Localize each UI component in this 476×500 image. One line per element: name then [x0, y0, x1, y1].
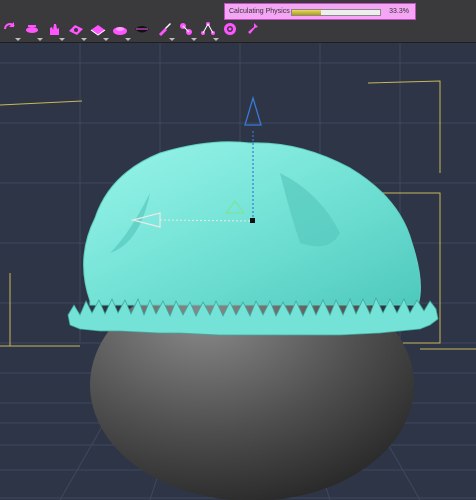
progress-bar	[291, 9, 381, 16]
geometry-editor-tool[interactable]	[90, 23, 109, 41]
translate-tool[interactable]	[24, 23, 43, 41]
progress-panel: Calculating Physics 33.3%	[224, 3, 416, 20]
target-tool[interactable]	[222, 21, 238, 42]
tool-row	[0, 21, 258, 41]
gizmo-center[interactable]	[250, 218, 255, 223]
3d-viewport[interactable]	[0, 43, 476, 500]
joint-editor-tool[interactable]	[68, 23, 87, 41]
progress-fill	[292, 10, 322, 15]
target-icon	[222, 21, 238, 42]
hierarchy-tool[interactable]	[200, 21, 219, 41]
lips-tool[interactable]	[134, 23, 150, 39]
viewport-scene	[0, 43, 476, 500]
lips-icon	[134, 21, 150, 42]
brush-tool[interactable]	[156, 22, 175, 41]
y-axis-handle[interactable]	[244, 95, 262, 126]
progress-label: Calculating Physics	[229, 8, 290, 15]
top-toolbar: Calculating Physics 33.3%	[0, 0, 476, 43]
rotate-tool[interactable]	[2, 21, 21, 41]
pin-tool[interactable]	[244, 21, 260, 42]
node-weight-tool[interactable]	[178, 22, 197, 41]
hand-tool[interactable]	[46, 23, 65, 41]
morph-brush-tool[interactable]	[112, 23, 131, 41]
pin-icon	[244, 21, 260, 42]
progress-percent: 33.3%	[389, 8, 409, 15]
